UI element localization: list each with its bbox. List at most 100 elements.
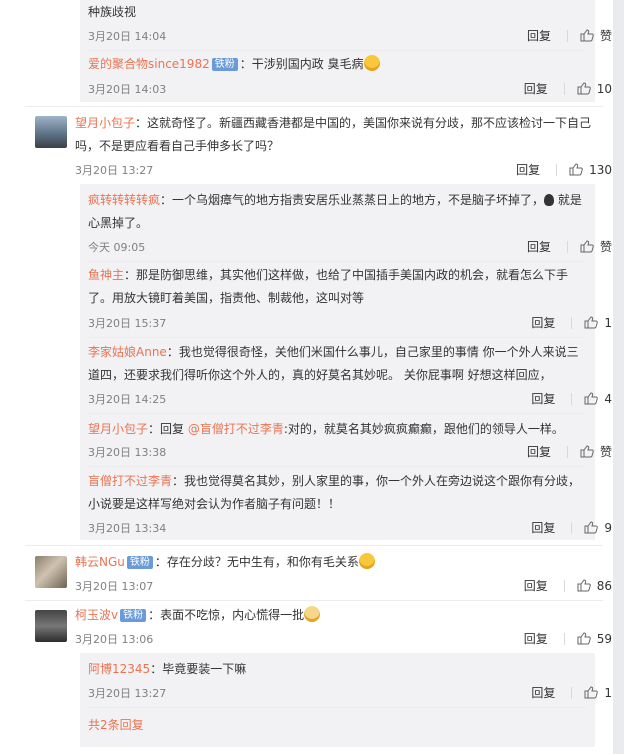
divider xyxy=(88,466,586,467)
comment-time: 3月20日 13:06 xyxy=(75,633,154,646)
like-count[interactable]: 86 xyxy=(597,579,612,593)
like-count[interactable]: 9 xyxy=(604,521,612,535)
comment-text-line1: ：我也觉得很奇怪，关他们米国什么事儿，自己家里的事情 你一个外人来说三 xyxy=(166,345,579,359)
like-count[interactable]: 1 xyxy=(604,316,612,330)
divider xyxy=(25,545,603,546)
comment-body: 望月小包子：回复 @盲僧打不过李青:对的，就莫名其妙疯疯癫癫，跟他们的领导人一样… xyxy=(88,418,593,441)
like-count[interactable]: 130 xyxy=(589,163,612,177)
reply-button[interactable]: 回复 xyxy=(531,519,555,536)
like-count[interactable]: 4 xyxy=(604,392,612,406)
reply-button[interactable]: 回复 xyxy=(524,577,548,594)
comment-text: ：毕竟要装一下嘛 xyxy=(150,662,247,676)
username[interactable]: 鱼神主 xyxy=(88,268,124,282)
fan-badge[interactable]: 铁粉 xyxy=(120,609,147,622)
comment-actions: 回复 130 xyxy=(516,161,612,178)
username[interactable]: 爱的聚合物since1982 xyxy=(88,57,210,71)
thumbs-up-icon[interactable] xyxy=(584,521,599,534)
username[interactable]: 盲僧打不过李青 xyxy=(88,474,172,488)
reply-button[interactable]: 回复 xyxy=(527,238,551,255)
comment-actions: 回复 赞 xyxy=(527,443,612,460)
more-replies-link[interactable]: 共2条回复 xyxy=(88,716,144,733)
username[interactable]: 望月小包子 xyxy=(88,422,148,436)
divider xyxy=(88,261,586,262)
reply-button[interactable]: 回复 xyxy=(527,27,551,44)
comment-actions: 回复 59 xyxy=(524,630,612,647)
comment-actions: 回复 4 xyxy=(531,390,612,407)
divider xyxy=(88,337,586,338)
comment-body: 阿博12345：毕竟要装一下嘛 xyxy=(88,658,246,681)
username[interactable]: 柯玉波v xyxy=(75,608,118,622)
comment-text: ：干涉别国内政 臭毛病 xyxy=(239,57,364,71)
comment-text-line1: ：一个乌烟瘴气的地方指责安居乐业蒸蒸日上的地方，不是脑子坏掉了， xyxy=(160,193,545,207)
reply-button[interactable]: 回复 xyxy=(531,390,555,407)
like-count[interactable]: 赞 xyxy=(600,443,612,460)
like-count[interactable]: 1 xyxy=(604,686,612,700)
reply-button[interactable]: 回复 xyxy=(516,161,540,178)
thumbs-up-icon[interactable] xyxy=(584,392,599,405)
comment-time: 3月20日 13:07 xyxy=(75,580,154,593)
comment-actions: 回复 9 xyxy=(531,519,612,536)
reply-button[interactable]: 回复 xyxy=(531,314,555,331)
comment-time: 3月20日 14:03 xyxy=(88,83,167,96)
reply-button[interactable]: 回复 xyxy=(524,80,548,97)
comment-text-line2: 道四，还要求我们得听你这个外人的，真的好莫名其妙呢。 关你屁事啊 好想这样回应， xyxy=(88,368,552,382)
comment-body: 疯转转转转疯：一个乌烟瘴气的地方指责安居乐业蒸蒸日上的地方，不是脑子坏掉了， 就… xyxy=(88,189,588,212)
angry-face-emoji-icon xyxy=(363,55,380,71)
comment-time: 3月20日 14:25 xyxy=(88,393,167,406)
like-count[interactable]: 赞 xyxy=(600,238,612,255)
thumbs-up-icon[interactable] xyxy=(580,445,594,458)
cat-face-emoji-icon xyxy=(304,606,321,622)
avatar[interactable] xyxy=(35,610,67,642)
thumbs-up-icon[interactable] xyxy=(569,163,583,176)
reply-button[interactable]: 回复 xyxy=(527,443,551,460)
comment-actions: 回复 86 xyxy=(524,577,612,594)
username[interactable]: 疯转转转转疯 xyxy=(88,193,160,207)
reply-button[interactable]: 回复 xyxy=(524,630,548,647)
divider xyxy=(25,600,603,601)
avatar[interactable] xyxy=(35,556,67,588)
like-count[interactable]: 59 xyxy=(597,632,612,646)
reply-prefix: ：回复 xyxy=(148,422,188,436)
comment-text-line1: ：那是防御思维，其实他们这样做，也给了中国插手美国内政的机会，就看怎么下手 xyxy=(124,268,569,282)
thumbs-up-icon[interactable] xyxy=(577,632,591,645)
comment-actions: 回复 赞 xyxy=(527,27,612,44)
username[interactable]: 望月小包子 xyxy=(75,116,135,130)
comment-body: 鱼神主：那是防御思维，其实他们这样做，也给了中国插手美国内政的机会，就看怎么下手 xyxy=(88,264,593,287)
divider xyxy=(88,413,586,414)
comment-text: ：表面不吃惊，内心慌得一批 xyxy=(148,608,305,622)
comment-time: 3月20日 13:34 xyxy=(88,522,167,535)
username[interactable]: 阿博12345 xyxy=(88,662,150,676)
comment-actions: 回复 赞 xyxy=(527,238,612,255)
comment-text: 种族歧视 xyxy=(88,5,137,19)
thumbs-up-icon[interactable] xyxy=(580,29,594,42)
comment-time: 3月20日 13:38 xyxy=(88,446,167,459)
thumbs-up-icon[interactable] xyxy=(580,240,594,253)
avatar[interactable] xyxy=(35,116,67,148)
mention-link[interactable]: @盲僧打不过李青 xyxy=(188,422,284,436)
username[interactable]: 韩云NGu xyxy=(75,555,125,569)
divider xyxy=(88,50,586,51)
comment-time: 3月20日 13:27 xyxy=(88,687,167,700)
comment-text-line1: ：我也觉得莫名其妙，别人家里的事，你一个外人在旁边说这个跟你有分歧， xyxy=(172,474,581,488)
thumbs-up-icon[interactable] xyxy=(584,316,599,329)
comment-actions: 回复 1 xyxy=(531,684,612,701)
comment-body: 爱的聚合物since1982 铁粉 ：干涉别国内政 臭毛病 xyxy=(88,53,380,76)
comment-text-line2: 心黑掉了。 xyxy=(88,216,149,230)
comment-body: 韩云NGu 铁粉 ：存在分歧？无中生有，和你有毛关系 xyxy=(75,551,375,574)
thumbs-up-icon[interactable] xyxy=(577,579,591,592)
comment-actions: 回复 1 xyxy=(531,314,612,331)
thumbs-up-icon[interactable] xyxy=(577,82,591,95)
username[interactable]: 李家姑娘Anne xyxy=(88,345,167,359)
fan-badge[interactable]: 铁粉 xyxy=(211,58,238,71)
comment-text-line2: 小说要是这样写绝对会认为作者脑子有问题！！ xyxy=(88,497,341,511)
comment-text-line2: 吗，不是更应看看自己手伸多长了吗？ xyxy=(75,139,280,153)
comment-text: :对的，就莫名其妙疯疯癫癫，跟他们的领导人一样。 xyxy=(283,422,564,436)
comment-body: 望月小包子：这就奇怪了。新疆西藏香港都是中国的，美国你来说有分歧，那不应该检讨一… xyxy=(75,112,600,135)
like-count[interactable]: 赞 xyxy=(600,27,612,44)
comment-text-line1: ：这就奇怪了。新疆西藏香港都是中国的，美国你来说有分歧，那不应该检讨一下自己 xyxy=(135,116,592,130)
comment-time: 3月20日 13:27 xyxy=(75,164,154,177)
like-count[interactable]: 10 xyxy=(597,82,612,96)
reply-button[interactable]: 回复 xyxy=(531,684,555,701)
fan-badge[interactable]: 铁粉 xyxy=(126,556,153,569)
thumbs-up-icon[interactable] xyxy=(584,686,599,699)
